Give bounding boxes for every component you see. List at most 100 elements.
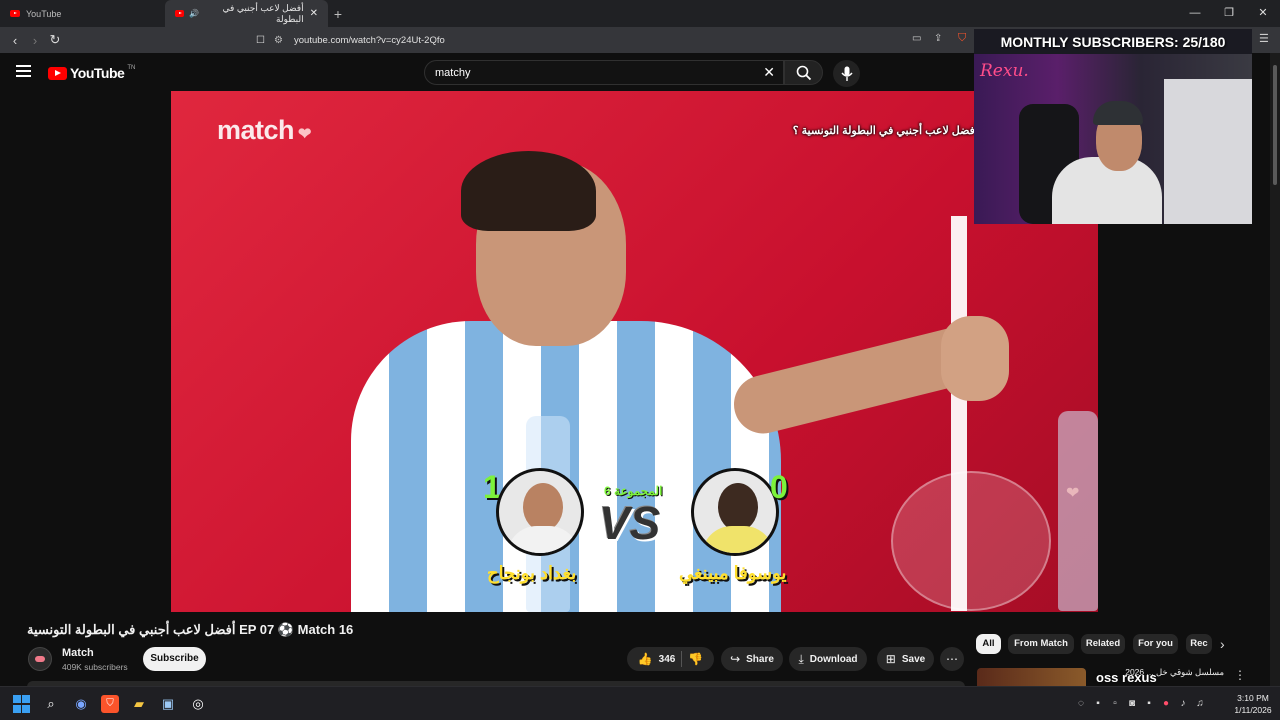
share-label: Share bbox=[746, 653, 774, 665]
obs-icon[interactable]: ◎ bbox=[189, 695, 207, 713]
url-text[interactable]: youtube.com/watch?v=cy24Ut-2Qfo bbox=[294, 35, 445, 46]
presenter-hair bbox=[461, 151, 596, 231]
right-player-score: 0 bbox=[770, 469, 788, 505]
chip-recent[interactable]: Rec bbox=[1186, 634, 1212, 654]
close-tab-icon[interactable]: ✕ bbox=[310, 8, 318, 19]
youtube-logo-icon bbox=[48, 66, 67, 80]
chip-from-match[interactable]: From Match bbox=[1008, 634, 1074, 654]
reload-button[interactable]: ↻ bbox=[45, 32, 65, 48]
minimize-button[interactable]: — bbox=[1178, 0, 1212, 27]
like-count[interactable]: 346 bbox=[659, 654, 676, 665]
divider bbox=[681, 651, 683, 667]
scrollbar-thumb[interactable] bbox=[1273, 65, 1277, 185]
tab-video[interactable]: 🔊 أفضل لاعب أجنبي في البطولة ✕ bbox=[165, 0, 328, 27]
subscriber-count: 409K subscribers bbox=[62, 662, 128, 672]
video-brand-logo: match ❤ bbox=[217, 115, 311, 145]
brave-browser-icon[interactable]: ⛉ bbox=[101, 695, 119, 713]
tab-youtube[interactable]: YouTube bbox=[0, 0, 165, 27]
chip-for-you[interactable]: For you bbox=[1133, 634, 1178, 654]
tray-volume-icon[interactable]: ♫ bbox=[1194, 698, 1206, 709]
page-scrollbar[interactable] bbox=[1270, 53, 1280, 686]
versus-badge: VS bbox=[599, 497, 661, 549]
download-button[interactable]: ⤓ Download bbox=[789, 647, 867, 671]
chip-all[interactable]: All bbox=[976, 634, 1001, 654]
new-tab-button[interactable]: + bbox=[328, 6, 348, 22]
tray-app-icon[interactable]: ▫ bbox=[1109, 698, 1121, 709]
browser-menu-icon[interactable]: ☰ bbox=[1259, 32, 1269, 45]
search-icon bbox=[796, 65, 812, 81]
cast-icon[interactable]: ▭ bbox=[912, 33, 921, 44]
speaker-icon[interactable]: 🔊 bbox=[189, 9, 199, 18]
webcam-wall bbox=[1164, 79, 1252, 224]
subscribe-button[interactable]: Subscribe bbox=[143, 647, 206, 671]
close-window-button[interactable]: ✕ bbox=[1246, 0, 1280, 27]
dislike-icon[interactable]: 👎 bbox=[688, 652, 703, 666]
back-button[interactable]: ‹ bbox=[5, 33, 25, 48]
tab-title: أفضل لاعب أجنبي في البطولة bbox=[222, 2, 304, 24]
voice-search-button[interactable] bbox=[833, 60, 860, 87]
mic-icon bbox=[841, 66, 853, 81]
browser-tab-strip: YouTube 🔊 أفضل لاعب أجنبي في البطولة ✕ +… bbox=[0, 0, 1280, 27]
video-title: أفضل لاعب أجنبي في البطولة التونسية EP 0… bbox=[27, 622, 354, 637]
right-player-photo bbox=[691, 468, 779, 556]
menu-icon[interactable] bbox=[16, 65, 31, 77]
subscriber-goal: MONTHLY SUBSCRIBERS: 25/180 bbox=[1000, 34, 1226, 50]
youtube-logo[interactable]: YouTube TN bbox=[48, 65, 135, 81]
share-button[interactable]: ↪ Share bbox=[721, 647, 783, 671]
share-icon: ↪ bbox=[730, 652, 741, 666]
address-bar[interactable]: ☐ ⚙ youtube.com/watch?v=cy24Ut-2Qfo bbox=[256, 29, 974, 51]
water-bottle bbox=[1058, 411, 1098, 611]
channel-avatar[interactable] bbox=[28, 647, 52, 671]
more-icon: ⋯ bbox=[946, 652, 958, 666]
share-page-icon[interactable]: ⇪ bbox=[934, 33, 942, 44]
taskbar-clock[interactable]: 3:10 PM 1/11/2026 bbox=[1230, 692, 1276, 716]
clock-date: 1/11/2026 bbox=[1234, 705, 1272, 715]
restore-button[interactable]: ❐ bbox=[1212, 0, 1246, 27]
save-label: Save bbox=[901, 653, 926, 665]
download-label: Download bbox=[809, 653, 858, 665]
search-query[interactable]: matchy bbox=[435, 67, 470, 79]
bookmark-icon[interactable]: ☐ bbox=[256, 35, 274, 46]
tray-mic-icon[interactable]: ♪ bbox=[1177, 698, 1189, 709]
site-info-icon[interactable]: ⚙ bbox=[274, 35, 294, 46]
save-button[interactable]: ⊞ Save bbox=[877, 647, 934, 671]
tray-app-icon[interactable]: ◌ bbox=[1075, 698, 1087, 709]
tray-record-icon[interactable]: ● bbox=[1160, 698, 1172, 709]
windows-taskbar: ⌕ ◉ ⛉ ▰ ▣ ◎ ◌ ▪ ▫ ◙ ▪ ● ♪ ♫ 3:10 PM 1/11… bbox=[0, 686, 1280, 720]
search-input[interactable]: matchy ✕ bbox=[424, 60, 784, 85]
tray-discord-icon[interactable]: ◙ bbox=[1126, 698, 1138, 709]
clock-time: 3:10 PM bbox=[1237, 693, 1269, 703]
tab-title: YouTube bbox=[26, 8, 62, 19]
recommendation-thumbnail[interactable] bbox=[977, 668, 1086, 686]
clear-search-icon[interactable]: ✕ bbox=[763, 64, 775, 81]
youtube-favicon-icon bbox=[10, 10, 20, 17]
handshake-icon: ❤ bbox=[294, 126, 311, 143]
search-button[interactable] bbox=[784, 60, 823, 85]
brave-shield-icon[interactable]: ⛉ bbox=[958, 32, 966, 45]
like-dislike-group: 👍 346 👎 bbox=[627, 647, 714, 671]
right-player-name: يوسوفا مبينغي bbox=[679, 563, 787, 583]
forward-button[interactable]: › bbox=[25, 33, 45, 48]
recommendation-menu-icon[interactable]: ⋮ bbox=[1234, 668, 1246, 682]
file-explorer-icon[interactable]: ▰ bbox=[130, 695, 148, 713]
presenter-hand bbox=[941, 316, 1009, 401]
download-icon: ⤓ bbox=[798, 651, 804, 666]
chip-related[interactable]: Related bbox=[1081, 634, 1125, 654]
search-icon[interactable]: ⌕ bbox=[42, 695, 60, 713]
more-actions-button[interactable]: ⋯ bbox=[940, 647, 964, 671]
video-player[interactable]: match ❤ أفضل لاعب أجنبي في البطولة التون… bbox=[171, 91, 1098, 612]
webcam-overlay: Rexu. MONTHLY SUBSCRIBERS: 25/180 bbox=[974, 29, 1252, 224]
chevron-right-icon[interactable]: › bbox=[1220, 636, 1225, 652]
channel-name[interactable]: Match bbox=[62, 647, 94, 659]
start-button[interactable] bbox=[13, 695, 31, 713]
like-icon[interactable]: 👍 bbox=[638, 652, 653, 666]
window-controls: — ❐ ✕ bbox=[1178, 0, 1280, 27]
glass-bowl bbox=[891, 471, 1051, 611]
streamer-signature: Rexu. bbox=[980, 61, 1029, 81]
copilot-icon[interactable]: ◉ bbox=[72, 695, 90, 713]
video-question-caption: أفضل لاعب أجنبي في البطولة التونسية ؟ bbox=[792, 125, 978, 137]
photos-icon[interactable]: ▣ bbox=[159, 695, 177, 713]
tray-app-icon[interactable]: ▪ bbox=[1143, 698, 1155, 709]
tray-nvidia-icon[interactable]: ▪ bbox=[1092, 698, 1104, 709]
save-icon: ⊞ bbox=[885, 652, 896, 666]
